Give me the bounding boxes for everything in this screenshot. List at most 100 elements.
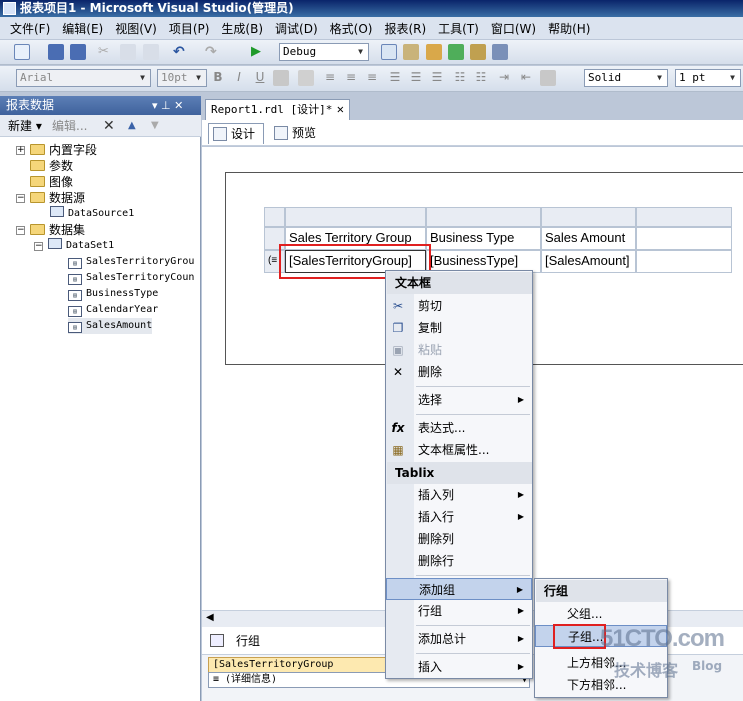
border-icon[interactable] — [540, 70, 556, 86]
border-style-select[interactable]: Solid ▼ — [584, 69, 668, 87]
tree-item-datasource1[interactable]: DataSource1 — [50, 206, 134, 222]
column-handle[interactable] — [636, 207, 732, 227]
font-size-select[interactable]: 10pt ▼ — [157, 69, 207, 87]
align-top-icon[interactable]: ☰ — [387, 70, 403, 86]
outdent-icon[interactable]: ⇤ — [518, 70, 534, 86]
align-center-icon[interactable]: ≡ — [343, 70, 359, 86]
save-icon[interactable] — [48, 44, 64, 60]
bold-icon[interactable]: B — [210, 70, 226, 86]
menu-item-cut[interactable]: ✂ 剪切 — [386, 295, 532, 317]
menu-item-paste[interactable]: ▣ 粘贴 — [386, 339, 532, 361]
panel-controls[interactable]: ▾ ⊥ ✕ — [152, 96, 183, 115]
font-color-icon[interactable] — [273, 70, 289, 86]
tab-design[interactable]: 设计 — [208, 123, 264, 144]
menu-report[interactable]: 报表(R) — [378, 20, 432, 37]
start-debug-icon[interactable]: ▶ — [251, 44, 267, 60]
tree-item-field[interactable]: ▤ SalesTerritoryCoun — [68, 270, 194, 286]
menu-item-insert-row[interactable]: 插入行 ▶ — [386, 506, 532, 528]
tree-item-dataset1[interactable]: DataSet1 — [48, 238, 114, 254]
properties-icon[interactable] — [403, 44, 419, 60]
border-width-select[interactable]: 1 pt ▼ — [675, 69, 741, 87]
collapse-icon[interactable]: − — [16, 226, 25, 235]
object-browser-icon[interactable] — [448, 44, 464, 60]
find-icon[interactable] — [381, 44, 397, 60]
expand-icon[interactable]: + — [16, 146, 25, 155]
scroll-left-icon[interactable]: ◀ — [206, 612, 214, 623]
header-cell[interactable]: Business Type — [426, 227, 541, 250]
menu-item-select[interactable]: 选择 ▶ — [386, 389, 532, 411]
column-handle[interactable] — [426, 207, 541, 227]
menu-edit[interactable]: 编辑(E) — [56, 20, 109, 37]
tree-item-builtin-fields[interactable]: 内置字段 — [30, 142, 97, 158]
menu-item-insert-column[interactable]: 插入列 ▶ — [386, 484, 532, 506]
data-cell[interactable]: [SalesAmount] — [541, 250, 636, 273]
bullets-icon[interactable]: ☷ — [452, 70, 468, 86]
column-handle[interactable] — [285, 207, 426, 227]
undo-icon[interactable]: ↶ — [173, 44, 189, 60]
menu-item-add-group[interactable]: 添加组 ▶ — [386, 578, 532, 600]
align-right-icon[interactable]: ≡ — [364, 70, 380, 86]
menu-tools[interactable]: 工具(T) — [432, 20, 485, 37]
solution-config-select[interactable]: Debug ▼ — [279, 43, 369, 61]
new-project-icon[interactable] — [14, 44, 30, 60]
start-page-icon[interactable] — [470, 44, 486, 60]
tab-preview[interactable]: 预览 — [270, 123, 326, 144]
tree-item-images[interactable]: 图像 — [30, 174, 73, 190]
menu-view[interactable]: 视图(V) — [109, 20, 163, 37]
menu-item-copy[interactable]: ❐ 复制 — [386, 317, 532, 339]
menu-file[interactable]: 文件(F) — [4, 20, 56, 37]
copy-icon[interactable] — [120, 44, 136, 60]
align-left-icon[interactable]: ≡ — [322, 70, 338, 86]
menu-format[interactable]: 格式(O) — [324, 20, 379, 37]
menu-item-delete-column[interactable]: 删除列 — [386, 528, 532, 550]
menu-debug[interactable]: 调试(D) — [269, 20, 324, 37]
tree-item-datasources[interactable]: 数据源 — [30, 190, 85, 206]
menu-item-row-group[interactable]: 行组 ▶ — [386, 600, 532, 622]
menu-item-add-total[interactable]: 添加总计 ▶ — [386, 628, 532, 650]
new-button[interactable]: 新建 ▾ — [8, 115, 42, 137]
tree-item-field[interactable]: ▤ SalesAmount — [68, 318, 153, 334]
numbering-icon[interactable]: ☷ — [473, 70, 489, 86]
tree-item-datasets[interactable]: 数据集 — [30, 222, 85, 238]
header-cell[interactable]: Sales Amount — [541, 227, 636, 250]
header-cell[interactable] — [636, 227, 732, 250]
menu-item-textbox-properties[interactable]: ▦ 文本框属性... — [386, 439, 532, 461]
italic-icon[interactable]: I — [231, 70, 247, 86]
tree-item-parameters[interactable]: 参数 — [30, 158, 73, 174]
column-handle[interactable] — [541, 207, 636, 227]
close-icon[interactable]: ✕ — [337, 100, 344, 119]
redo-icon[interactable]: ↷ — [205, 44, 221, 60]
menu-window[interactable]: 窗口(W) — [485, 20, 542, 37]
font-select[interactable]: Arial ▼ — [16, 69, 151, 87]
menu-help[interactable]: 帮助(H) — [542, 20, 596, 37]
align-middle-icon[interactable]: ☰ — [408, 70, 424, 86]
underline-icon[interactable]: U — [252, 70, 268, 86]
cut-icon[interactable]: ✂ — [98, 44, 114, 60]
tablix-corner[interactable] — [264, 207, 285, 227]
align-bottom-icon[interactable]: ☰ — [429, 70, 445, 86]
tree-item-field[interactable]: ▤ SalesTerritoryGrou — [68, 254, 194, 270]
menu-item-insert[interactable]: 插入 ▶ — [386, 656, 532, 678]
save-all-icon[interactable] — [70, 44, 86, 60]
data-cell[interactable] — [636, 250, 732, 273]
move-up-icon[interactable]: ▲ — [128, 115, 136, 137]
menu-item-delete-row[interactable]: 删除行 — [386, 550, 532, 572]
menu-project[interactable]: 项目(P) — [163, 20, 216, 37]
menu-build[interactable]: 生成(B) — [215, 20, 269, 37]
background-color-icon[interactable] — [298, 70, 314, 86]
indent-icon[interactable]: ⇥ — [496, 70, 512, 86]
tree-item-field[interactable]: ▤ BusinessType — [68, 286, 158, 302]
delete-icon[interactable]: ✕ — [103, 115, 115, 137]
paste-icon[interactable] — [143, 44, 159, 60]
move-down-icon[interactable]: ▼ — [151, 115, 159, 137]
edit-button[interactable]: 编辑... — [52, 115, 87, 137]
menu-item-delete[interactable]: ✕ 删除 — [386, 361, 532, 383]
menu-item-expression[interactable]: fx 表达式... — [386, 417, 532, 439]
submenu-item-parent-group[interactable]: 父组... — [535, 603, 667, 625]
collapse-icon[interactable]: − — [16, 194, 25, 203]
toolbox-icon[interactable] — [426, 44, 442, 60]
tree-item-field[interactable]: ▤ CalendarYear — [68, 302, 158, 318]
output-window-icon[interactable] — [492, 44, 508, 60]
collapse-icon[interactable]: − — [34, 242, 43, 251]
document-tab[interactable]: Report1.rdl [设计]* ✕ — [205, 99, 350, 120]
